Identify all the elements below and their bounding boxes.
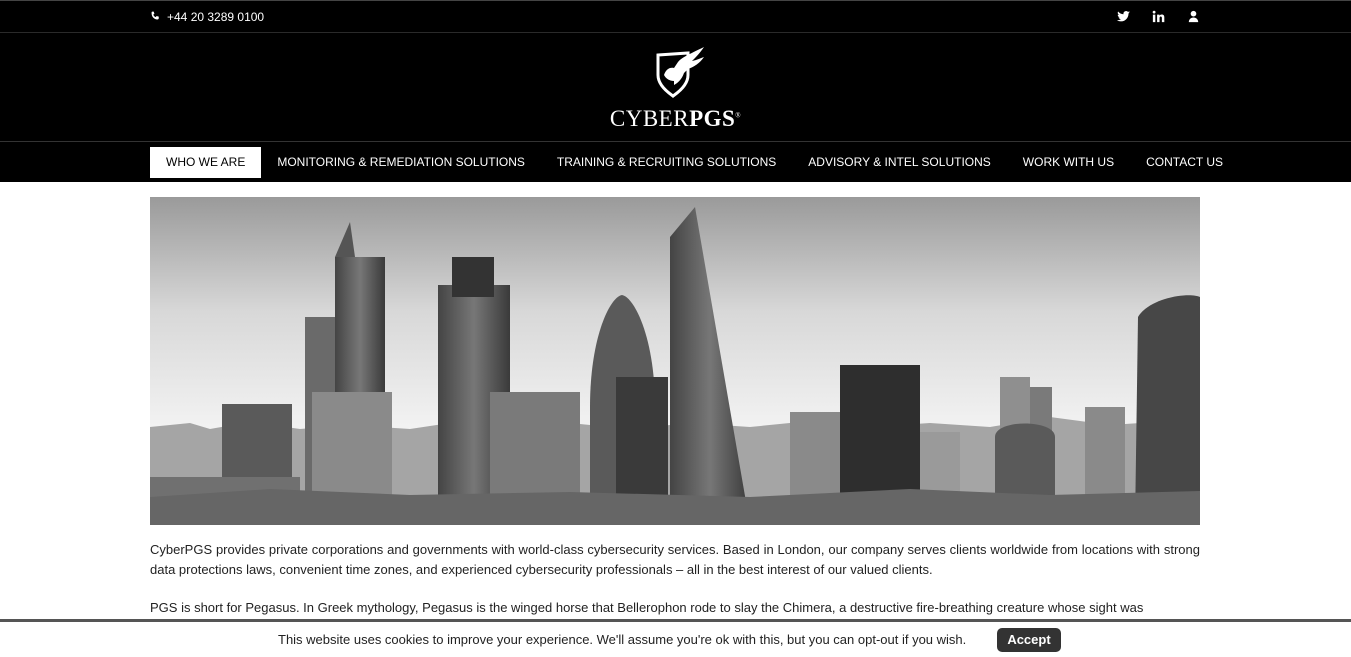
twitter-icon[interactable] xyxy=(1116,9,1131,24)
registered-mark: ® xyxy=(735,111,742,120)
nav-monitoring-remediation[interactable]: MONITORING & REMEDIATION SOLUTIONS xyxy=(261,147,541,178)
phone-contact[interactable]: +44 20 3289 0100 xyxy=(150,10,264,24)
phone-number: +44 20 3289 0100 xyxy=(167,10,265,24)
nav-advisory-intel[interactable]: ADVISORY & INTEL SOLUTIONS xyxy=(792,147,1007,178)
linkedin-icon[interactable] xyxy=(1151,9,1166,24)
main-navigation: WHO WE ARE MONITORING & REMEDIATION SOLU… xyxy=(0,142,1351,182)
pegasus-shield-icon xyxy=(656,47,704,99)
cookie-banner: This website uses cookies to improve you… xyxy=(0,619,1351,657)
nav-contact-us[interactable]: CONTACT US xyxy=(1130,147,1239,178)
phone-icon xyxy=(150,10,160,24)
social-links xyxy=(1116,9,1201,24)
cookie-message: This website uses cookies to improve you… xyxy=(278,632,967,647)
intro-paragraph-2: PGS is short for Pegasus. In Greek mytho… xyxy=(150,600,1144,615)
nav-work-with-us[interactable]: WORK WITH US xyxy=(1007,147,1130,178)
london-skyline-image xyxy=(150,197,1200,525)
brand-light-text: CYBER xyxy=(609,106,690,131)
accept-button[interactable]: Accept xyxy=(997,628,1061,652)
nav-training-recruiting[interactable]: TRAINING & RECRUITING SOLUTIONS xyxy=(541,147,792,178)
intro-paragraph-1: CyberPGS provides private corporations a… xyxy=(150,542,1200,577)
nav-who-we-are[interactable]: WHO WE ARE xyxy=(150,147,262,178)
brand-bold-text: PGS xyxy=(689,106,736,131)
brand-name: CYBERPGS® xyxy=(608,106,743,132)
user-icon[interactable] xyxy=(1186,9,1201,24)
cyberpgs-logo[interactable]: CYBERPGS® xyxy=(608,45,743,135)
top-bar: +44 20 3289 0100 xyxy=(0,0,1351,33)
site-header: CYBERPGS® xyxy=(0,33,1351,142)
